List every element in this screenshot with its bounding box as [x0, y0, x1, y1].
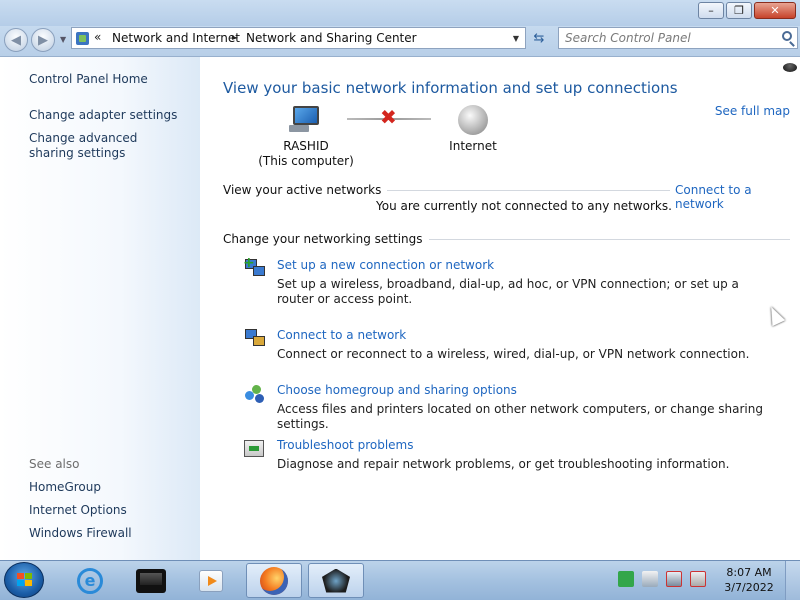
troubleshoot-link[interactable]: Troubleshoot problems: [277, 438, 413, 452]
computer-icon[interactable]: [289, 106, 321, 133]
refresh-icon: ⇆: [533, 30, 545, 46]
taskbar: e 8:07 AM 3/7/2022: [0, 560, 800, 600]
connect-to-network-link[interactable]: Connect to a network: [277, 328, 406, 342]
taskbar-firefox[interactable]: [246, 563, 302, 598]
close-button[interactable]: ✕: [754, 2, 796, 19]
address-dropdown[interactable]: ▼: [513, 34, 519, 43]
troubleshoot-icon[interactable]: [243, 438, 267, 460]
homegroup-icon[interactable]: [243, 383, 267, 405]
change-advanced-sharing-link[interactable]: Change advanced sharing settings: [29, 131, 179, 161]
computer-name: RASHID: [283, 139, 329, 153]
homegroup-sharing-link[interactable]: Choose homegroup and sharing options: [277, 383, 517, 397]
networking-settings-label: Change your networking settings: [223, 232, 429, 246]
search-input[interactable]: [565, 30, 770, 46]
search-box[interactable]: [558, 27, 798, 49]
monitor-app-icon: [136, 568, 166, 593]
connect-network-icon[interactable]: [243, 327, 267, 349]
windows-firewall-link[interactable]: Windows Firewall: [29, 526, 132, 541]
utorrent-tray-icon[interactable]: [618, 571, 634, 587]
homegroup-link[interactable]: HomeGroup: [29, 480, 101, 495]
media-player-icon: [199, 569, 223, 592]
clock-time: 8:07 AM: [726, 566, 772, 579]
breadcrumb-network-and-internet[interactable]: Network and Internet: [112, 31, 240, 45]
refresh-button[interactable]: ⇆: [527, 27, 551, 49]
clock-date: 3/7/2022: [724, 581, 774, 594]
active-networks-label: View your active networks: [223, 183, 388, 197]
internet-explorer-icon: e: [77, 567, 103, 594]
internet-options-link[interactable]: Internet Options: [29, 503, 127, 518]
disconnected-x-icon[interactable]: ✖: [380, 107, 397, 127]
taskbar-monitor-app[interactable]: [123, 563, 179, 598]
taskbar-internet-explorer[interactable]: e: [62, 563, 118, 598]
change-adapter-settings-link[interactable]: Change adapter settings: [29, 108, 177, 123]
title-bar: – ❐ ✕: [0, 0, 800, 26]
search-icon[interactable]: [782, 31, 792, 41]
back-arrow-icon: ◀: [11, 32, 21, 48]
breadcrumb-separator[interactable]: ►: [232, 33, 238, 42]
computer-subtitle: (This computer): [258, 154, 354, 168]
maximize-button[interactable]: ❐: [726, 2, 752, 19]
troubleshoot-desc: Diagnose and repair network problems, or…: [277, 457, 730, 471]
connect-to-network-desc: Connect or reconnect to a wireless, wire…: [277, 347, 750, 361]
homegroup-sharing-desc: Access files and printers located on oth…: [277, 402, 763, 431]
show-desktop-button[interactable]: [785, 561, 800, 600]
setup-new-connection-link[interactable]: Set up a new connection or network: [277, 258, 494, 272]
see-also-title: See also: [29, 457, 80, 471]
back-button[interactable]: ◀: [4, 28, 28, 52]
volume-muted-tray-icon[interactable]: [690, 571, 706, 587]
new-connection-icon[interactable]: +: [243, 255, 267, 279]
minimize-button[interactable]: –: [698, 2, 724, 19]
start-button[interactable]: [4, 562, 44, 598]
divider: [400, 239, 790, 240]
divider: [360, 190, 670, 191]
help-orb-icon[interactable]: [783, 63, 797, 72]
clock[interactable]: 8:07 AM 3/7/2022: [718, 565, 780, 595]
address-bar[interactable]: « Network and Internet ► Network and Sha…: [71, 27, 526, 49]
firefox-icon: [260, 566, 288, 595]
internet-label: Internet: [449, 139, 497, 153]
taskbar-media-player[interactable]: [183, 563, 239, 598]
system-tray: [618, 571, 706, 587]
forward-button[interactable]: ▶: [31, 28, 55, 52]
network-tray-icon[interactable]: [666, 571, 682, 587]
page-title: View your basic network information and …: [223, 79, 678, 97]
see-full-map-link[interactable]: See full map: [715, 104, 790, 118]
main-content: View your basic network information and …: [200, 57, 800, 560]
forward-arrow-icon: ▶: [38, 32, 48, 48]
not-connected-message: You are currently not connected to any n…: [376, 199, 672, 213]
recent-pages-dropdown[interactable]: ▼: [60, 35, 66, 44]
connect-to-network-link-top[interactable]: Connect to a network: [675, 183, 800, 211]
breadcrumb-network-and-sharing-center[interactable]: Network and Sharing Center: [246, 31, 417, 45]
internet-globe-icon[interactable]: [458, 105, 488, 135]
taskbar-rashid-app[interactable]: [308, 563, 364, 598]
action-center-tray-icon[interactable]: [642, 571, 658, 587]
left-pane: Control Panel Home Change adapter settin…: [0, 57, 200, 560]
control-panel-home-link[interactable]: Control Panel Home: [29, 72, 148, 87]
setup-new-connection-desc: Set up a wireless, broadband, dial-up, a…: [277, 277, 739, 306]
control-panel-icon: [76, 32, 89, 45]
breadcrumb-overflow[interactable]: «: [94, 30, 101, 44]
window-controls: – ❐ ✕: [698, 2, 796, 19]
rashid-app-icon: [322, 568, 350, 593]
